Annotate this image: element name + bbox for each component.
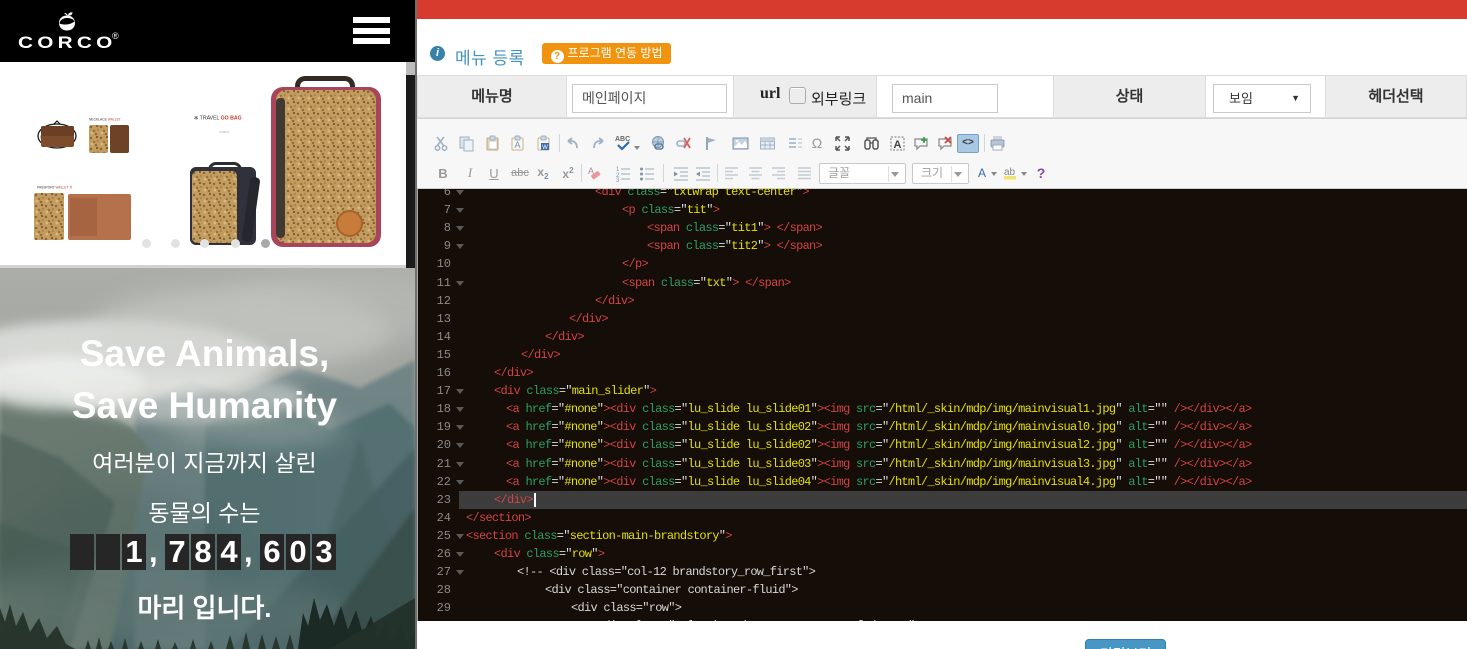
svg-text:A: A (978, 166, 986, 180)
svg-text:3: 3 (616, 178, 620, 182)
svg-text:A: A (514, 140, 520, 150)
svg-text:A: A (893, 139, 901, 151)
